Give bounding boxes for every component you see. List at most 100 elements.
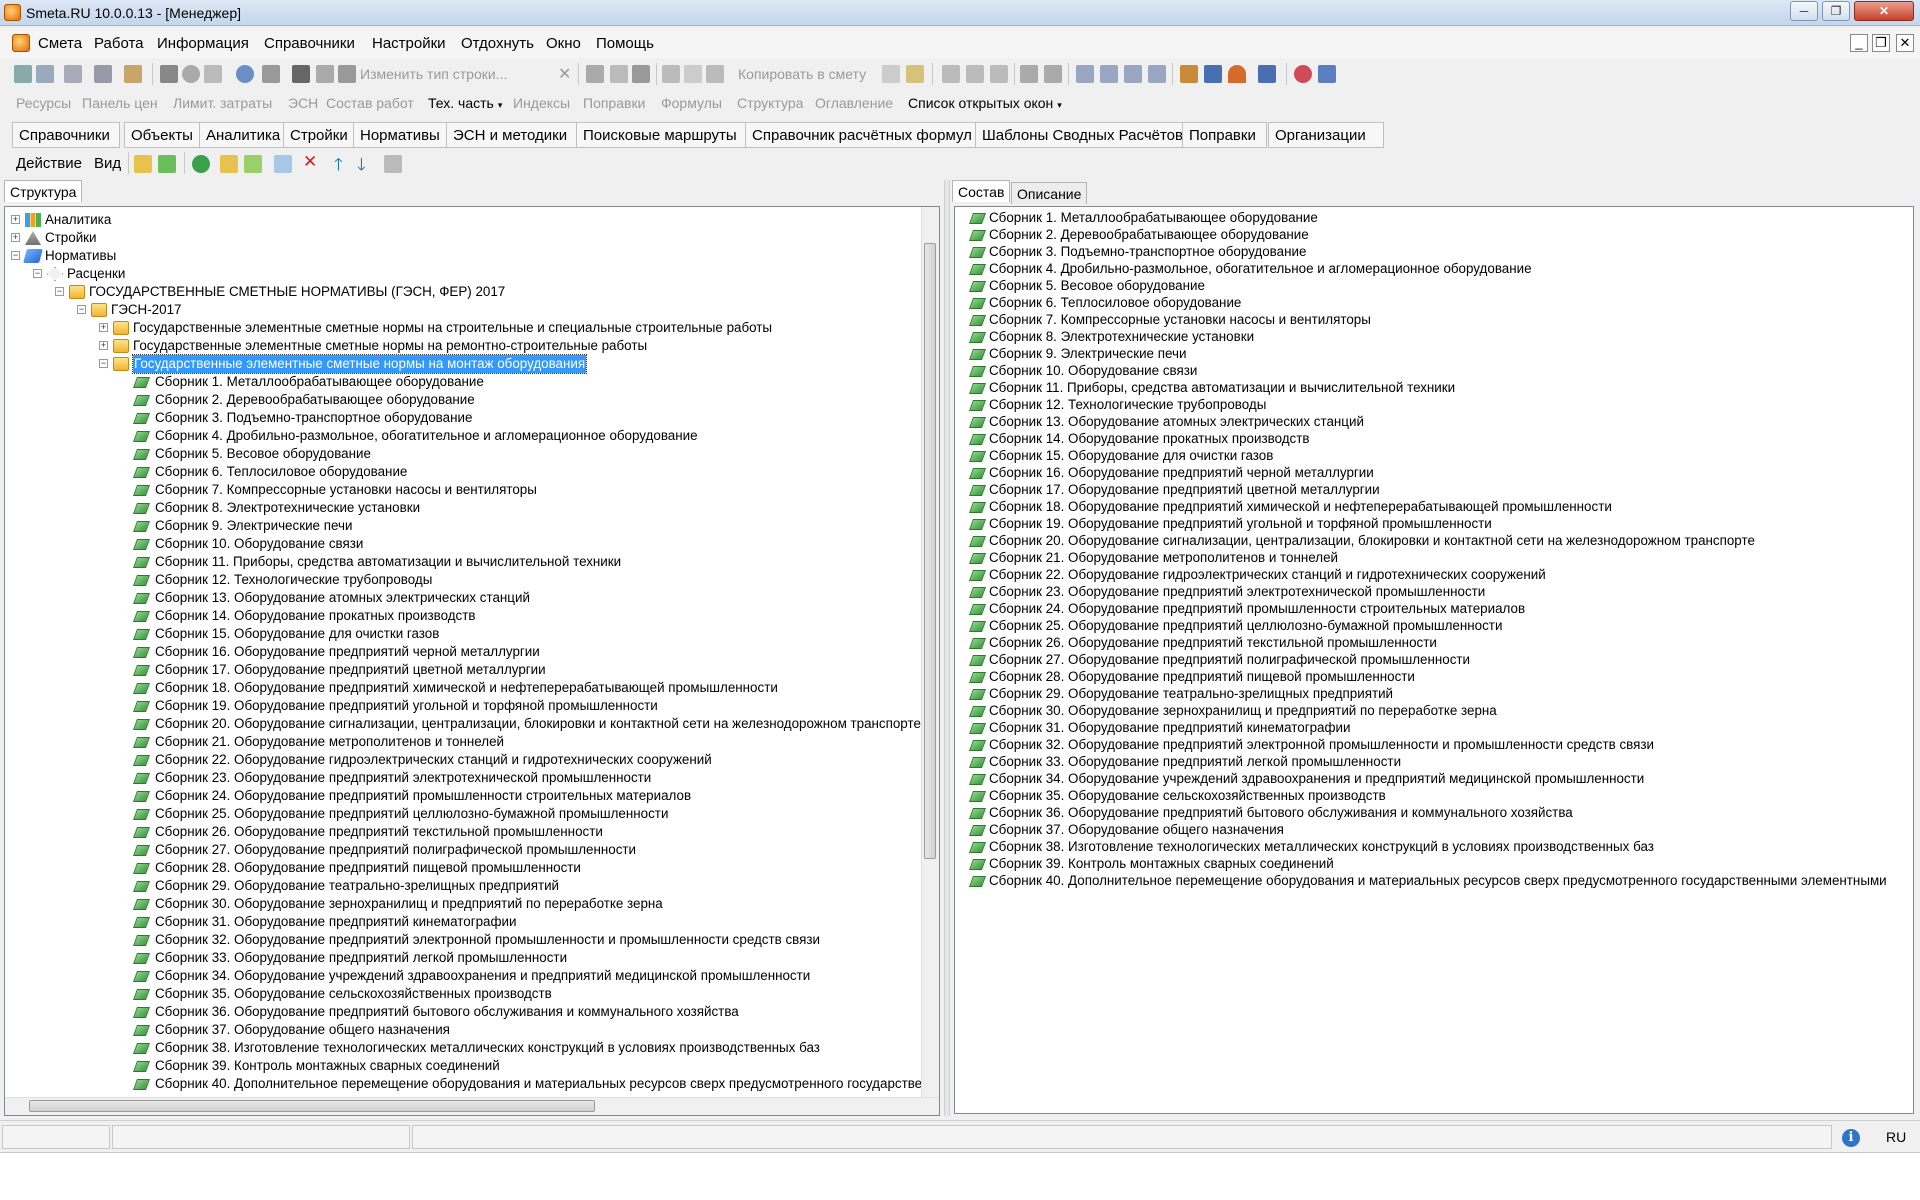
tree-item-gesn-fer-2017[interactable]: − ГОСУДАРСТВЕННЫЕ СМЕТНЫЕ НОРМАТИВЫ (ГЭСН… — [5, 283, 925, 301]
tree-item-collection[interactable]: Сборник 2. Деревообрабатывающее оборудов… — [5, 391, 925, 409]
list-item[interactable]: Сборник 26. Оборудование предприятий тек… — [955, 634, 1913, 652]
menu-help[interactable]: Помощь — [596, 35, 654, 52]
list-item[interactable]: Сборник 8. Электротехнические установки — [955, 328, 1913, 346]
tree-item-normatives[interactable]: − Нормативы — [5, 247, 925, 265]
insert-section-icon[interactable] — [36, 65, 54, 83]
tab-esn-methods[interactable]: ЭСН и методики — [446, 122, 582, 148]
tab-organizations[interactable]: Организации — [1268, 122, 1384, 148]
menu-smeta[interactable]: Смета — [38, 35, 82, 52]
expand-icon[interactable]: + — [99, 341, 108, 350]
list-item[interactable]: Сборник 38. Изготовление технологических… — [955, 838, 1913, 856]
list-item[interactable]: Сборник 29. Оборудование театрально-зрел… — [955, 685, 1913, 703]
tree-item-collection[interactable]: Сборник 20. Оборудование сигнализации, ц… — [5, 715, 925, 733]
price-panel-button[interactable]: Панель цен — [82, 95, 158, 111]
list-item[interactable]: Сборник 25. Оборудование предприятий цел… — [955, 617, 1913, 635]
menu-rest[interactable]: Отдохнуть — [461, 35, 534, 52]
vehicle-icon[interactable] — [1258, 65, 1276, 83]
panel-splitter[interactable] — [944, 180, 950, 1116]
arrow-up-icon[interactable]: 🡑 — [334, 152, 343, 181]
tree-item-collection[interactable]: Сборник 26. Оборудование предприятий тек… — [5, 823, 925, 841]
tree-item-collection[interactable]: Сборник 9. Электрические печи — [5, 517, 925, 535]
list-item[interactable]: Сборник 10. Оборудование связи — [955, 362, 1913, 380]
list-item[interactable]: Сборник 24. Оборудование предприятий про… — [955, 600, 1913, 618]
list-item[interactable]: Сборник 37. Оборудование общего назначен… — [955, 821, 1913, 839]
books-blue-icon[interactable] — [1318, 65, 1336, 83]
books-red-icon[interactable] — [1294, 65, 1312, 83]
tree-item-buildings[interactable]: + Стройки — [5, 229, 925, 247]
tree-item-collection[interactable]: Сборник 36. Оборудование предприятий быт… — [5, 1003, 925, 1021]
find-icon[interactable] — [124, 65, 142, 83]
collapse-icon[interactable]: − — [77, 305, 86, 314]
collapse-icon[interactable]: − — [33, 269, 42, 278]
list-item[interactable]: Сборник 17. Оборудование предприятий цве… — [955, 481, 1913, 499]
menu-settings[interactable]: Настройки — [372, 35, 446, 52]
print-icon[interactable] — [292, 65, 310, 83]
tree-icon[interactable] — [244, 155, 262, 173]
minimize-button[interactable]: ─ — [1790, 1, 1818, 21]
tech-part-dropdown[interactable]: Тех. часть ▾ — [428, 95, 502, 111]
scrollbar-thumb[interactable] — [29, 1100, 595, 1112]
tree-item-collection[interactable]: Сборник 18. Оборудование предприятий хим… — [5, 679, 925, 697]
open-windows-dropdown[interactable]: Список открытых окон ▾ — [908, 95, 1062, 111]
menu-work[interactable]: Работа — [94, 35, 144, 52]
tc-icon[interactable] — [966, 65, 984, 83]
tree-item-collection[interactable]: Сборник 29. Оборудование театрально-зрел… — [5, 877, 925, 895]
outdent-icon[interactable] — [1100, 65, 1118, 83]
list-icon[interactable] — [1124, 65, 1142, 83]
list-item[interactable]: Сборник 35. Оборудование сельскохозяйств… — [955, 787, 1913, 805]
indexes-button[interactable]: Индексы — [513, 95, 570, 111]
list-item[interactable]: Сборник 14. Оборудование прокатных произ… — [955, 430, 1913, 448]
tab-structure[interactable]: Структура — [4, 180, 83, 202]
paste-icon[interactable] — [706, 65, 724, 83]
export-icon[interactable] — [262, 65, 280, 83]
row-type-icon[interactable] — [338, 65, 356, 83]
tree-item-collection[interactable]: Сборник 8. Электротехнические установки — [5, 499, 925, 517]
tree-item-collection[interactable]: Сборник 35. Оборудование сельскохозяйств… — [5, 985, 925, 1003]
tree-item-collection[interactable]: Сборник 23. Оборудование предприятий эле… — [5, 769, 925, 787]
tree-item-collection[interactable]: Сборник 14. Оборудование прокатных произ… — [5, 607, 925, 625]
tab-summary-templates[interactable]: Шаблоны Сводных Расчётов — [975, 122, 1197, 148]
list-item[interactable]: Сборник 33. Оборудование предприятий лег… — [955, 753, 1913, 771]
list-down-icon[interactable] — [1148, 65, 1166, 83]
list-item[interactable]: Сборник 5. Весовое оборудование — [955, 277, 1913, 295]
tree-item-gesn-2017[interactable]: − ГЭСН-2017 — [5, 301, 925, 319]
scrollbar-thumb[interactable] — [924, 243, 936, 859]
tree-item-collection[interactable]: Сборник 16. Оборудование предприятий чер… — [5, 643, 925, 661]
delete-row-icon[interactable] — [94, 65, 112, 83]
tp-icon[interactable] — [990, 65, 1008, 83]
list-item[interactable]: Сборник 19. Оборудование предприятий уго… — [955, 515, 1913, 533]
move-icon[interactable] — [632, 65, 650, 83]
structure-button[interactable]: Структура — [737, 95, 803, 111]
tree-item-collection[interactable]: Сборник 25. Оборудование предприятий цел… — [5, 805, 925, 823]
info-icon[interactable]: i — [1842, 1129, 1860, 1147]
tree-item-collection[interactable]: Сборник 11. Приборы, средства автоматиза… — [5, 553, 925, 571]
tree-item-collection[interactable]: Сборник 30. Оборудование зернохранилищ и… — [5, 895, 925, 913]
tree-item-collection[interactable]: Сборник 1. Металлообрабатывающее оборудо… — [5, 373, 925, 391]
collapse-icon[interactable]: − — [11, 251, 20, 260]
close-button[interactable]: ✕ — [1854, 1, 1914, 21]
tree-item-collection[interactable]: Сборник 33. Оборудование предприятий лег… — [5, 949, 925, 967]
tree-item-collection[interactable]: Сборник 38. Изготовление технологических… — [5, 1039, 925, 1057]
tab-composition[interactable]: Состав — [952, 180, 1011, 202]
mdi-close-button[interactable]: ✕ — [1896, 34, 1914, 52]
list-item[interactable]: Сборник 16. Оборудование предприятий чер… — [955, 464, 1913, 482]
list-item[interactable]: Сборник 11. Приборы, средства автоматиза… — [955, 379, 1913, 397]
list-item[interactable]: Сборник 7. Компрессорные установки насос… — [955, 311, 1913, 329]
tree-item-collection[interactable]: Сборник 19. Оборудование предприятий уго… — [5, 697, 925, 715]
tree-item-collection[interactable]: Сборник 22. Оборудование гидроэлектричес… — [5, 751, 925, 769]
link-icon[interactable] — [586, 65, 604, 83]
tree-item-collection[interactable]: Сборник 31. Оборудование предприятий кин… — [5, 913, 925, 931]
delete-icon[interactable]: ✕ — [303, 152, 317, 172]
tree-item-collection[interactable]: Сборник 27. Оборудование предприятий пол… — [5, 841, 925, 859]
tree-item-collection[interactable]: Сборник 12. Технологические трубопроводы — [5, 571, 925, 589]
copy-icon[interactable] — [684, 65, 702, 83]
expand-icon[interactable]: + — [99, 323, 108, 332]
mdi-minimize-button[interactable]: _ — [1850, 34, 1868, 52]
print-icon[interactable] — [384, 155, 402, 173]
tree-item-collection[interactable]: Сборник 37. Оборудование общего назначен… — [5, 1021, 925, 1039]
menu-window[interactable]: Окно — [546, 35, 581, 52]
list-item[interactable]: Сборник 18. Оборудование предприятий хим… — [955, 498, 1913, 516]
list-item[interactable]: Сборник 22. Оборудование гидроэлектричес… — [955, 566, 1913, 584]
corrections-button[interactable]: Поправки — [583, 95, 645, 111]
tree-item-collection[interactable]: Сборник 28. Оборудование предприятий пищ… — [5, 859, 925, 877]
